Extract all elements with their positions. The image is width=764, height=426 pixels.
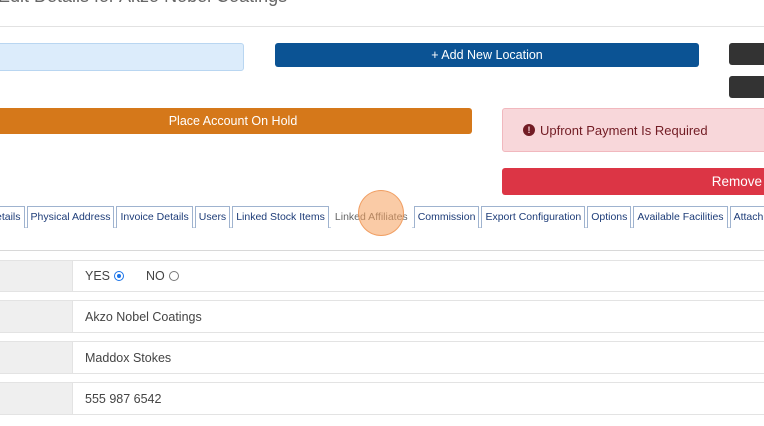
tab-linked-affiliates[interactable]: Linked Affiliates [330,206,412,228]
tab-users[interactable]: Users [194,206,231,228]
yes-label: YES [85,269,111,283]
dark-action-button-1[interactable] [729,43,764,65]
tab-details[interactable]: etails [0,206,25,228]
tab-physical-address[interactable]: Physical Address [26,206,115,228]
section-divider [0,250,764,251]
info-banner [0,43,244,71]
alert-text: Upfront Payment Is Required [540,122,708,138]
dark-action-button-2[interactable] [729,76,764,98]
tab-options[interactable]: Options [587,206,632,228]
tab-invoice-details[interactable]: Invoice Details [116,206,193,228]
phone-field[interactable]: 555 987 6542 [72,382,764,415]
row-label-cell [0,382,73,415]
tab-export-configuration[interactable]: Export Configuration [481,206,586,228]
no-radio[interactable] [168,271,179,281]
title-divider [0,26,764,27]
exclamation-circle-icon: ! [523,124,535,136]
yes-no-row: YES NO [72,260,764,292]
yes-radio[interactable] [114,271,125,281]
no-label: NO [146,269,165,283]
company-name-field[interactable]: Akzo Nobel Coatings [72,300,764,333]
yes-option[interactable]: YES [85,269,125,283]
no-option[interactable]: NO [146,269,179,283]
place-account-on-hold-button[interactable]: Place Account On Hold [0,108,472,134]
row-label-cell [0,341,73,374]
page-title: Edit Details for Akzo Nobel Coatings [0,0,498,8]
upfront-payment-alert: ! Upfront Payment Is Required [502,108,764,152]
tab-available-facilities[interactable]: Available Facilities [633,206,728,228]
tab-commission[interactable]: Commission [413,206,480,228]
remove-button[interactable]: Remove [502,168,764,195]
row-label-cell [0,300,73,333]
add-new-location-button[interactable]: + Add New Location [275,43,699,67]
contact-name-field[interactable]: Maddox Stokes [72,341,764,374]
tab-bar: etails Physical Address Invoice Details … [0,204,764,228]
tab-attachments[interactable]: Attachn [729,206,764,228]
tab-linked-stock-items[interactable]: Linked Stock Items [232,206,329,228]
row-label-cell [0,260,73,292]
